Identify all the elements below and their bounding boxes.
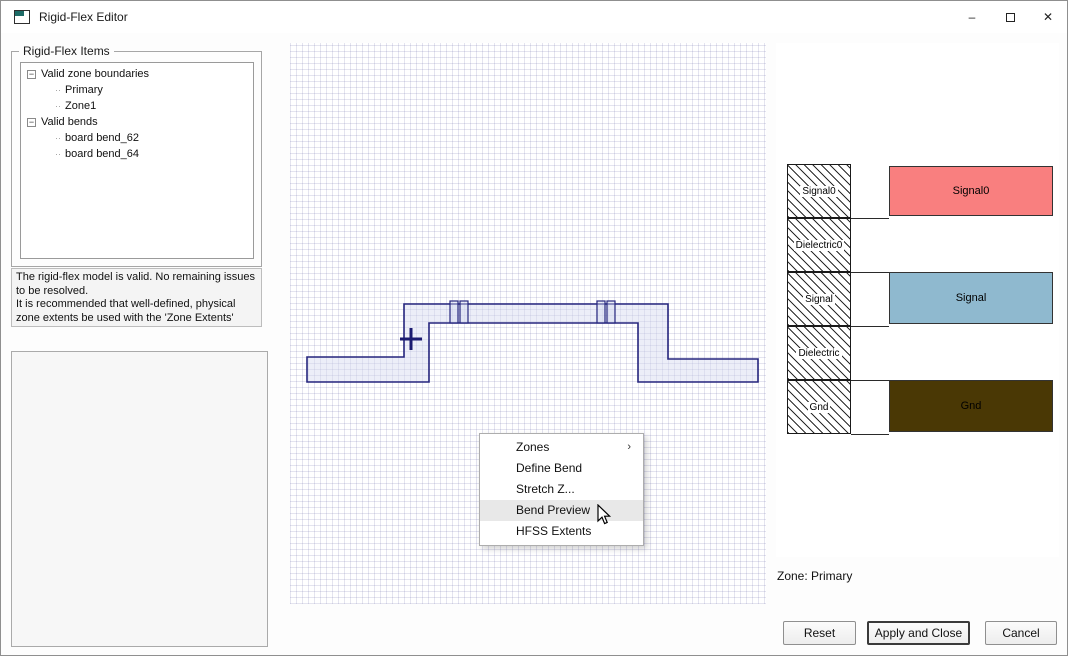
tree-item-board-bend-64[interactable]: ·· board bend_64 [25,146,253,162]
layer-name-label: Signal [803,293,835,305]
tree-item-label: Valid zone boundaries [41,68,150,80]
tree-connector-icon: ·· [55,149,61,159]
cancel-button[interactable]: Cancel [985,621,1057,645]
rigid-flex-items-group: Rigid-Flex Items − Valid zone boundaries… [11,44,262,267]
tree-item-label: Valid bends [41,116,98,128]
stackup-layer-gnd: Gnd [787,380,851,434]
layer-box-label: Gnd [960,400,982,412]
menu-item-hfss-extents[interactable]: HFSS Extents [480,521,643,542]
bend-line-tab [596,300,606,324]
title-bar: Rigid-Flex Editor – ✕ [1,1,1067,33]
properties-panel [11,351,268,647]
tree-item-valid-bends[interactable]: − Valid bends [25,114,253,130]
stackup-layer-signal0: Signal0 [787,164,851,218]
collapse-icon[interactable]: − [27,69,36,79]
status-line: It is recommended that well-defined, phy… [16,298,236,326]
menu-item-stretch-z[interactable]: Stretch Z... [480,479,643,500]
bend-line-tab [459,300,469,324]
stackup-layer-signal: Signal [787,272,851,326]
stackup-layer-dielectric: Dielectric [787,326,851,380]
tree-item-label: board bend_64 [65,148,140,160]
layer-box-label: Signal [955,292,987,304]
tree-item-board-bend-62[interactable]: ·· board bend_62 [25,130,253,146]
rigid-flex-editor-window: Rigid-Flex Editor – ✕ Rigid-Flex Items −… [0,0,1068,656]
window-controls: – ✕ [953,1,1067,33]
window-title: Rigid-Flex Editor [39,10,128,24]
tree-connector-icon: ·· [55,85,61,95]
close-button[interactable]: ✕ [1029,1,1067,33]
layer-color-box-signal: Signal [889,272,1053,324]
collapse-icon[interactable]: − [27,117,36,127]
minimize-button[interactable]: – [953,1,991,33]
layer-name-label: Gnd [807,401,831,413]
layer-separator-line [851,380,889,381]
mouse-cursor-icon [597,504,612,525]
bend-line-tab [449,300,459,324]
layer-name-label: Dielectric [796,347,842,359]
layer-name-label: Dielectric0 [793,239,845,251]
group-title: Rigid-Flex Items [19,44,114,58]
menu-item-label: Define Bend [516,461,583,475]
menu-item-bend-preview[interactable]: Bend Preview [480,500,643,521]
tree-item-primary[interactable]: ·· Primary [25,82,253,98]
rigid-flex-items-tree[interactable]: − Valid zone boundaries ·· Primary ·· Zo… [20,62,254,259]
maximize-button[interactable] [991,1,1029,33]
tree-connector-icon: ·· [55,101,61,111]
menu-item-label: Bend Preview [516,503,591,517]
layer-box-label: Signal0 [952,185,990,197]
zone-indicator: Zone: Primary [777,569,853,583]
tree-item-label: Primary [65,84,103,96]
validation-status-message: The rigid-flex model is valid. No remain… [11,268,262,327]
reset-button[interactable]: Reset [783,621,856,645]
tree-item-zone1[interactable]: ·· Zone1 [25,98,253,114]
layer-separator-line [851,272,889,273]
layer-color-box-gnd: Gnd [889,380,1053,432]
apply-and-close-button[interactable]: Apply and Close [867,621,970,645]
status-line: The rigid-flex model is valid. No remain… [16,271,256,297]
layer-separator-line [851,218,889,219]
flex-board-outline [306,303,759,383]
tree-item-valid-zone-boundaries[interactable]: − Valid zone boundaries [25,66,253,82]
tree-connector-icon: ·· [55,133,61,143]
layer-name-label: Signal0 [800,185,838,197]
menu-item-label: Stretch Z... [516,482,575,496]
layer-separator-line [851,326,889,327]
menu-item-zones[interactable]: Zones › [480,437,643,458]
menu-item-label: HFSS Extents [516,524,592,538]
stackup-layer-dielectric0: Dielectric0 [787,218,851,272]
tree-item-label: Zone1 [65,100,97,112]
submenu-arrow-icon: › [627,441,631,453]
menu-item-define-bend[interactable]: Define Bend [480,458,643,479]
context-menu: Zones › Define Bend Stretch Z... Bend Pr… [479,433,644,546]
app-icon [14,10,30,24]
layer-color-box-signal0: Signal0 [889,166,1053,216]
bend-line-tab [606,300,616,324]
tree-item-label: board bend_62 [65,132,140,144]
close-icon: ✕ [1042,10,1054,24]
layer-separator-line [851,434,889,435]
stackup-preview-panel: Signal0 Dielectric0 Signal Dielectric Gn… [776,43,1059,557]
design-canvas[interactable]: Zones › Define Bend Stretch Z... Bend Pr… [290,43,766,604]
maximize-icon [1005,12,1015,22]
minimize-icon: – [968,10,976,24]
menu-item-label: Zones [516,440,550,454]
